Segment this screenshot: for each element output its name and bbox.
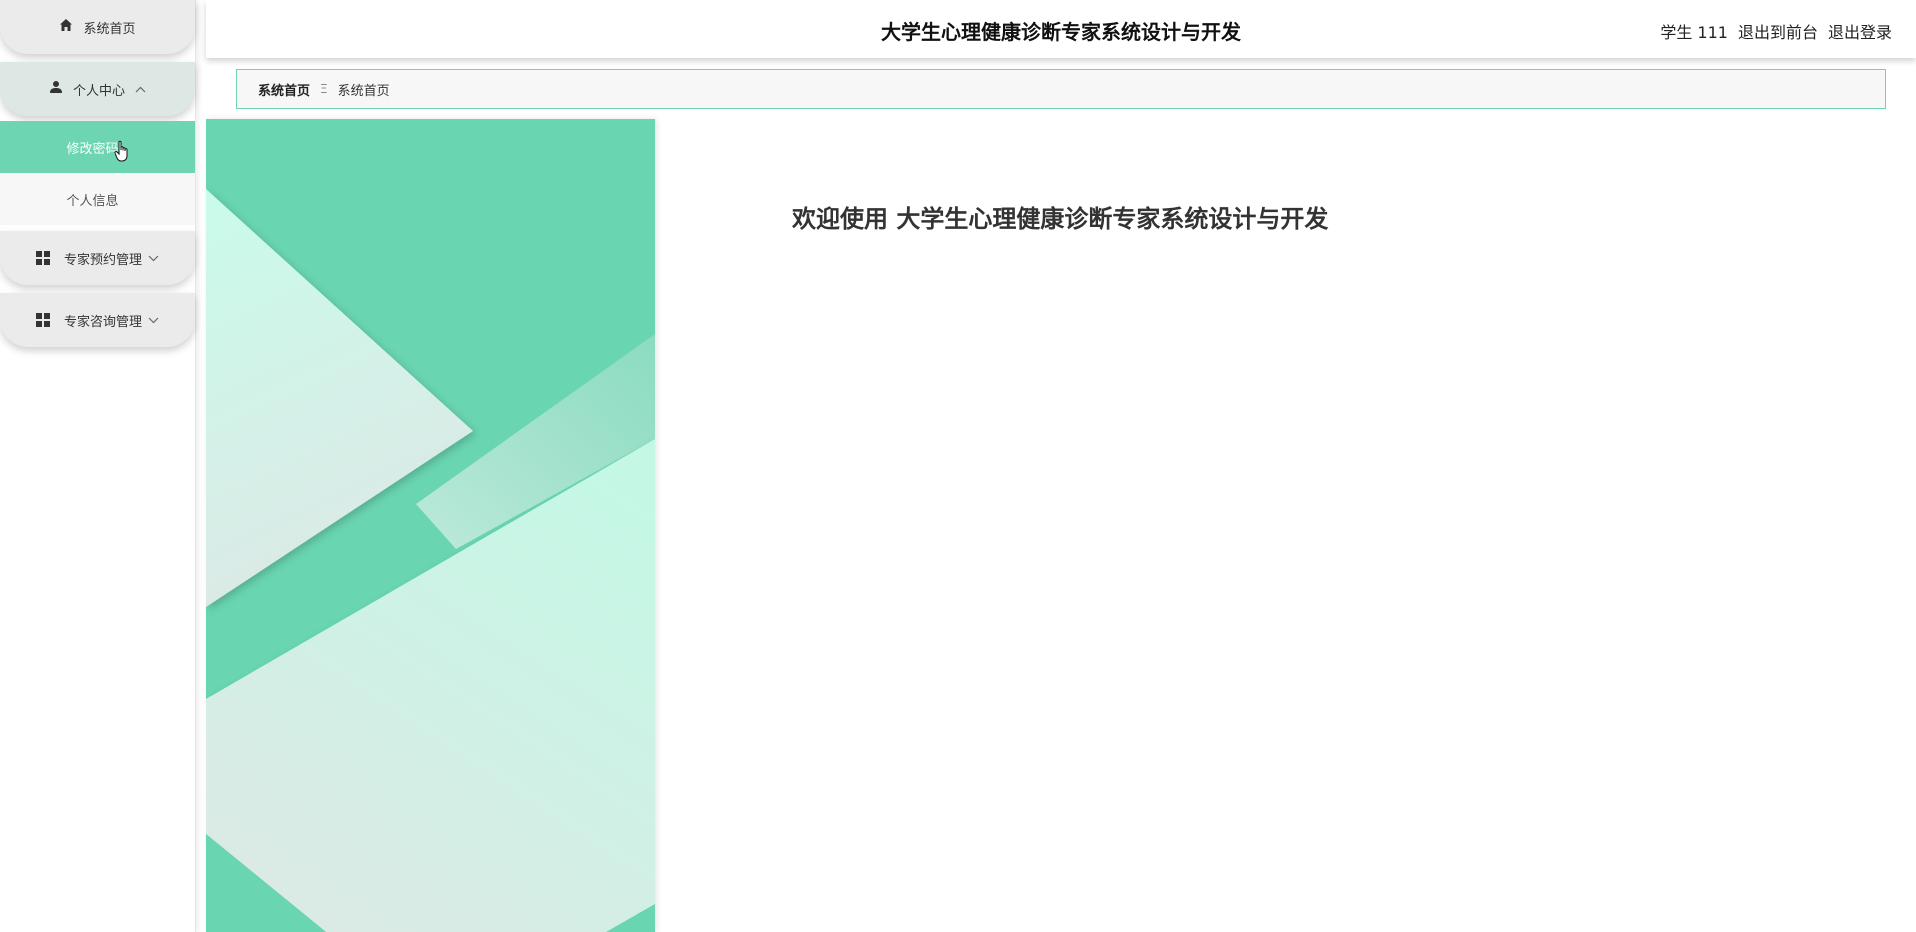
sidebar-subitem-label: 修改密码 bbox=[66, 141, 119, 157]
exit-to-front-link[interactable]: 退出到前台 bbox=[1738, 19, 1818, 43]
sidebar-item-label: 专家预约管理 bbox=[63, 252, 142, 268]
sidebar-item-personal-center[interactable]: 个人中心 bbox=[0, 62, 195, 116]
sidebar-subitem-label: 个人信息 bbox=[66, 193, 119, 209]
sidebar: 系统首页 个人中心 修改密码 个人信息 专家预约管理 专家咨询管理 bbox=[0, 0, 196, 932]
sidebar-subitem-change-password[interactable]: 修改密码 bbox=[0, 121, 195, 173]
breadcrumb: 系统首页 Ξ 系统首页 bbox=[236, 69, 1886, 109]
grid-icon bbox=[35, 313, 50, 327]
sidebar-item-label: 个人中心 bbox=[72, 83, 125, 99]
sidebar-item-home[interactable]: 系统首页 bbox=[0, 0, 195, 54]
home-icon bbox=[59, 18, 73, 36]
sidebar-item-expert-consult[interactable]: 专家咨询管理 bbox=[0, 293, 195, 347]
top-header: 大学生心理健康诊断专家系统设计与开发 学生 111 退出到前台 退出登录 bbox=[206, 0, 1916, 58]
breadcrumb-home-link[interactable]: 系统首页 bbox=[258, 80, 310, 99]
welcome-heading: 欢迎使用 大学生心理健康诊断专家系统设计与开发 bbox=[792, 205, 1329, 233]
chevron-down-icon bbox=[148, 314, 159, 327]
header-actions: 学生 111 退出到前台 退出登录 bbox=[1660, 19, 1892, 43]
logout-link[interactable]: 退出登录 bbox=[1828, 19, 1892, 43]
chevron-down-icon bbox=[148, 252, 159, 265]
sidebar-subitem-personal-info[interactable]: 个人信息 bbox=[0, 173, 195, 225]
decorative-banner-image bbox=[206, 119, 655, 932]
hand-cursor-icon bbox=[114, 140, 132, 168]
chevron-up-icon bbox=[135, 83, 146, 96]
current-user-label: 学生 111 bbox=[1660, 23, 1728, 42]
sidebar-item-label: 专家咨询管理 bbox=[63, 314, 142, 330]
breadcrumb-current: 系统首页 bbox=[337, 83, 390, 99]
sidebar-item-expert-appointment[interactable]: 专家预约管理 bbox=[0, 231, 195, 285]
user-icon bbox=[49, 80, 63, 98]
sidebar-item-label: 系统首页 bbox=[83, 21, 136, 37]
grid-icon bbox=[35, 251, 50, 265]
breadcrumb-separator: Ξ bbox=[320, 82, 328, 96]
